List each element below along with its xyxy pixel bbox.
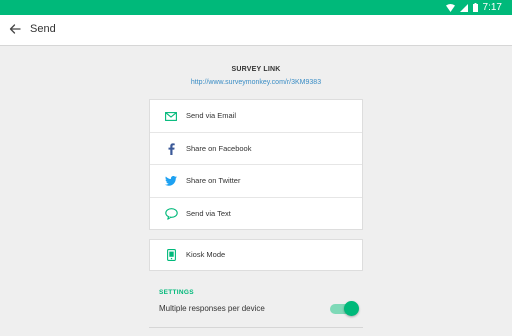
settings-header: SETTINGS [159, 289, 194, 296]
share-on-twitter-row[interactable]: Share on Twitter [150, 165, 362, 198]
arrow-left-icon [9, 21, 21, 39]
app-bar: Send [0, 15, 512, 46]
send-via-email-label: Send via Email [186, 111, 237, 120]
back-button[interactable] [6, 21, 24, 39]
status-icons: 7:17 [445, 2, 502, 13]
status-time: 7:17 [482, 2, 502, 13]
facebook-icon [164, 142, 178, 156]
survey-link-url[interactable]: http://www.surveymonkey.com/r/3KM9383 [0, 79, 512, 86]
twitter-icon [164, 174, 178, 188]
toggle-knob [344, 301, 359, 316]
multiple-responses-label: Multiple responses per device [159, 304, 265, 313]
send-via-text-row[interactable]: Send via Text [150, 198, 362, 231]
share-on-facebook-row[interactable]: Share on Facebook [150, 133, 362, 165]
share-options-card: Send via Email Share on Facebook Share o… [149, 99, 363, 230]
chat-bubble-icon [164, 207, 178, 221]
share-on-twitter-label: Share on Twitter [186, 176, 241, 185]
kiosk-mode-label: Kiosk Mode [186, 250, 226, 259]
send-via-email-row[interactable]: Send via Email [150, 100, 362, 133]
kiosk-card: Kiosk Mode [149, 239, 363, 271]
send-via-text-label: Send via Text [186, 208, 231, 218]
tablet-icon [164, 248, 178, 262]
multiple-responses-toggle[interactable] [329, 301, 359, 316]
share-on-facebook-label: Share on Facebook [186, 143, 252, 153]
divider [149, 327, 363, 328]
survey-link-label: SURVEY LINK [231, 66, 281, 73]
kiosk-mode-row[interactable]: Kiosk Mode [150, 240, 362, 270]
status-bar: 7:17 [0, 0, 512, 15]
email-icon [164, 109, 178, 123]
page-title: Send [30, 23, 56, 35]
